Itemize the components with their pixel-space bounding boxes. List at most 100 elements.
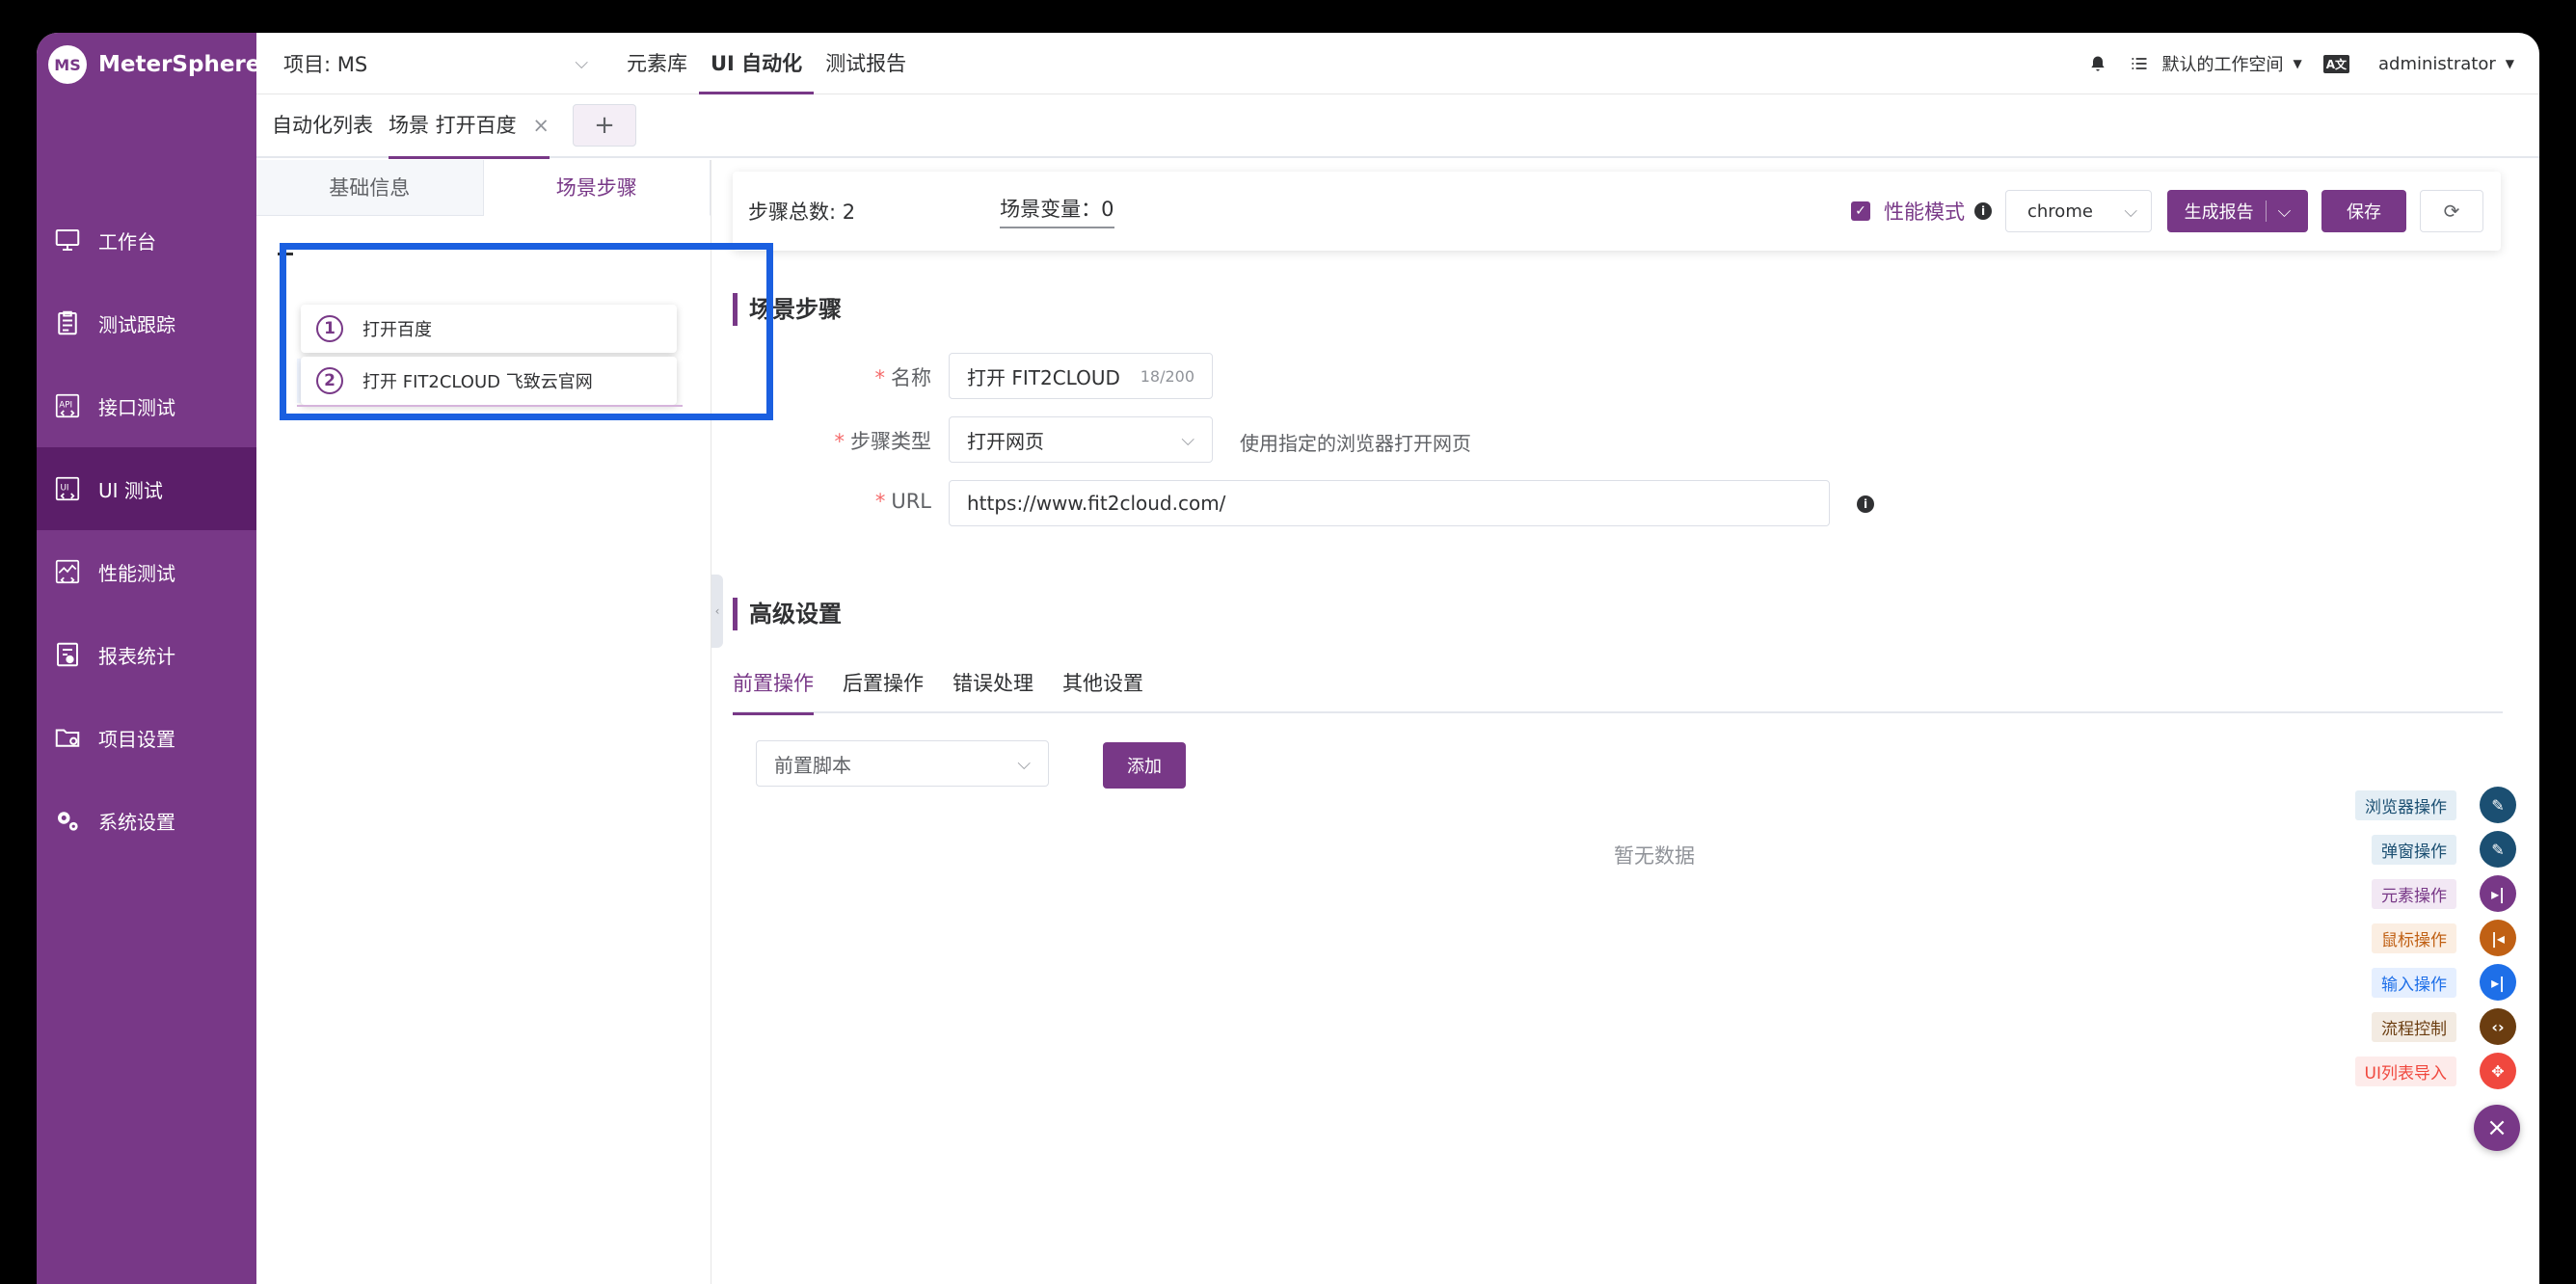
fab-input-operation[interactable]: 输入操作 ▸| xyxy=(2266,960,2516,1004)
topnav-element-library[interactable]: 元素库 xyxy=(615,33,699,94)
tab-pre-operation[interactable]: 前置操作 xyxy=(733,659,814,715)
url-input[interactable]: https://www.fit2cloud.com/ xyxy=(949,480,1830,526)
select-value: 前置脚本 xyxy=(774,753,851,777)
pre-script-select[interactable]: 前置脚本 ⌵ xyxy=(756,740,1049,787)
collapse-all-icon[interactable] xyxy=(278,253,293,255)
chevron-down-icon: ⌵ xyxy=(1017,753,1031,774)
sidebar-item-test-track[interactable]: 测试跟踪 xyxy=(37,281,256,364)
refresh-icon: ⟳ xyxy=(2443,200,2460,223)
scene-variables-link[interactable]: 场景变量：0 xyxy=(1000,194,1114,228)
sidebar-item-performance-test[interactable]: 性能测试 xyxy=(37,530,256,613)
save-button[interactable]: 保存 xyxy=(2321,190,2406,232)
tab-automation-list[interactable]: 自动化列表 xyxy=(272,94,373,157)
url-label: * URL xyxy=(769,490,931,513)
caret-down-icon: ▼ xyxy=(2505,57,2514,70)
pen-icon: ✎ xyxy=(2480,787,2516,823)
step-number-badge: 1 xyxy=(316,315,343,342)
empty-state: 暂无数据 xyxy=(1614,844,1695,868)
username: administrator xyxy=(2378,53,2496,74)
close-menu-button[interactable]: × xyxy=(2474,1105,2520,1151)
tab-label: 场景 打开百度 xyxy=(389,114,517,137)
panel-tabs: 基础信息 场景步骤 xyxy=(256,160,711,216)
tab-basic-info[interactable]: 基础信息 xyxy=(256,160,484,216)
fab-ui-list-import[interactable]: UI列表导入 ✥ xyxy=(2266,1049,2516,1093)
fab-label: 弹窗操作 xyxy=(2372,834,2456,865)
user-menu[interactable]: administrator ▼ xyxy=(2378,54,2514,74)
fab-mouse-operation[interactable]: 鼠标操作 |◂ xyxy=(2266,916,2516,960)
browser-value: chrome xyxy=(2027,201,2093,222)
fab-label: 流程控制 xyxy=(2372,1011,2456,1042)
sidebar-item-workbench[interactable]: 工作台 xyxy=(37,199,256,281)
label-text: 步骤类型 xyxy=(850,430,931,453)
close-icon[interactable]: × xyxy=(532,114,550,137)
top-nav: 元素库 UI 自动化 测试报告 xyxy=(615,33,918,94)
sidebar-item-reports[interactable]: 报表统计 xyxy=(37,613,256,696)
sidebar-item-project-settings[interactable]: 项目设置 xyxy=(37,696,256,779)
performance-mode-label: 性能模式 xyxy=(1884,201,1965,224)
tab-scene-open-baidu[interactable]: 场景 打开百度 × xyxy=(389,94,550,159)
step-number-badge: 2 xyxy=(316,367,343,394)
fab-element-operation[interactable]: 元素操作 ▸| xyxy=(2266,871,2516,916)
sidebar-item-label: 工作台 xyxy=(98,229,156,254)
fab-browser-operation[interactable]: 浏览器操作 ✎ xyxy=(2266,783,2516,827)
tab-scene-steps[interactable]: 场景步骤 xyxy=(483,160,711,216)
sidebar-item-label: 报表统计 xyxy=(98,644,175,668)
tab-other-settings[interactable]: 其他设置 xyxy=(1062,659,1143,713)
topnav-ui-automation[interactable]: UI 自动化 xyxy=(699,33,815,94)
gears-icon xyxy=(52,805,83,836)
chevron-down-icon: ⌵ xyxy=(575,53,588,73)
project-selector[interactable]: 项目: MS ⌵ xyxy=(283,49,588,78)
fab-popup-operation[interactable]: 弹窗操作 ✎ xyxy=(2266,827,2516,871)
logo[interactable]: MS MeterSphere xyxy=(48,44,260,85)
tab-error-handling[interactable]: 错误处理 xyxy=(953,659,1033,713)
section-title-advanced: 高级设置 xyxy=(733,598,842,630)
sidebar-nav: 工作台 测试跟踪 API 接口测试 UI UI 测试 性能测试 报表统计 项目设… xyxy=(37,199,256,862)
svg-text:UI: UI xyxy=(61,483,69,493)
info-icon[interactable]: i xyxy=(1974,202,1992,220)
sidebar-item-label: UI 测试 xyxy=(98,478,163,502)
fab-label: 元素操作 xyxy=(2372,878,2456,909)
collapse-panel-handle[interactable]: ‹ xyxy=(711,575,723,648)
sidebar-item-ui-test[interactable]: UI UI 测试 xyxy=(37,447,256,530)
scene-step-panel: 基础信息 场景步骤 1 打开百度 2 打开 FIT2CLOUD 飞致云官网 xyxy=(256,160,711,1284)
chevron-down-icon: ⌵ xyxy=(2124,201,2137,222)
info-icon[interactable]: i xyxy=(1857,495,1874,513)
refresh-button[interactable]: ⟳ xyxy=(2420,190,2483,232)
add-button[interactable]: 添加 xyxy=(1103,742,1186,789)
monitor-icon xyxy=(52,225,83,255)
header-right: 默认的工作空间 ▼ A文 administrator ▼ xyxy=(2067,33,2514,94)
language-switch[interactable]: A文 xyxy=(2322,54,2350,73)
generate-report-button[interactable]: 生成报告 ⌵ xyxy=(2167,190,2308,232)
browser-select[interactable]: chrome ⌵ xyxy=(2005,190,2152,232)
sidebar-item-label: 接口测试 xyxy=(98,395,175,419)
app-name: MeterSphere xyxy=(98,52,261,77)
step-item[interactable]: 1 打开百度 xyxy=(301,305,677,353)
step-name-input[interactable]: 打开 FIT2CLOUD 18/200 xyxy=(949,353,1213,399)
clipboard-icon xyxy=(52,308,83,338)
add-tab-button[interactable]: + xyxy=(572,104,636,147)
app-window: MS MeterSphere 工作台 测试跟踪 API 接口测试 UI UI 测… xyxy=(37,33,2539,1284)
workspace-selector[interactable]: 默认的工作空间 ▼ xyxy=(2129,51,2302,76)
label-text: URL xyxy=(891,490,931,513)
step-label: 打开 FIT2CLOUD 飞致云官网 xyxy=(362,372,593,392)
tab-post-operation[interactable]: 后置操作 xyxy=(843,659,924,713)
bell-icon[interactable] xyxy=(2088,54,2107,73)
move-icon: ✥ xyxy=(2480,1053,2516,1089)
project-label: 项目: MS xyxy=(283,52,368,76)
sidebar-item-system-settings[interactable]: 系统设置 xyxy=(37,779,256,862)
divider xyxy=(2265,201,2267,222)
sidebar-item-api-test[interactable]: API 接口测试 xyxy=(37,364,256,447)
workspace-name: 默认的工作空间 xyxy=(2161,55,2284,75)
folder-settings-icon xyxy=(52,722,83,753)
performance-chart-icon xyxy=(52,556,83,587)
topnav-test-report[interactable]: 测试报告 xyxy=(814,33,918,94)
fab-flow-control[interactable]: 流程控制 ‹› xyxy=(2266,1004,2516,1049)
step-forward-icon: ▸| xyxy=(2480,964,2516,1001)
toolbar-actions: ✓ 性能模式 i chrome ⌵ 生成报告 ⌵ 保存 ⟳ xyxy=(1851,172,2483,251)
step-type-select[interactable]: 打开网页 ⌵ xyxy=(949,416,1213,463)
step-forward-icon: ▸| xyxy=(2480,875,2516,912)
step-item[interactable]: 2 打开 FIT2CLOUD 飞致云官网 xyxy=(301,357,677,405)
code-icon: ‹› xyxy=(2480,1008,2516,1045)
fab-label: UI列表导入 xyxy=(2354,1056,2456,1086)
performance-mode-checkbox[interactable]: ✓ xyxy=(1851,201,1870,221)
